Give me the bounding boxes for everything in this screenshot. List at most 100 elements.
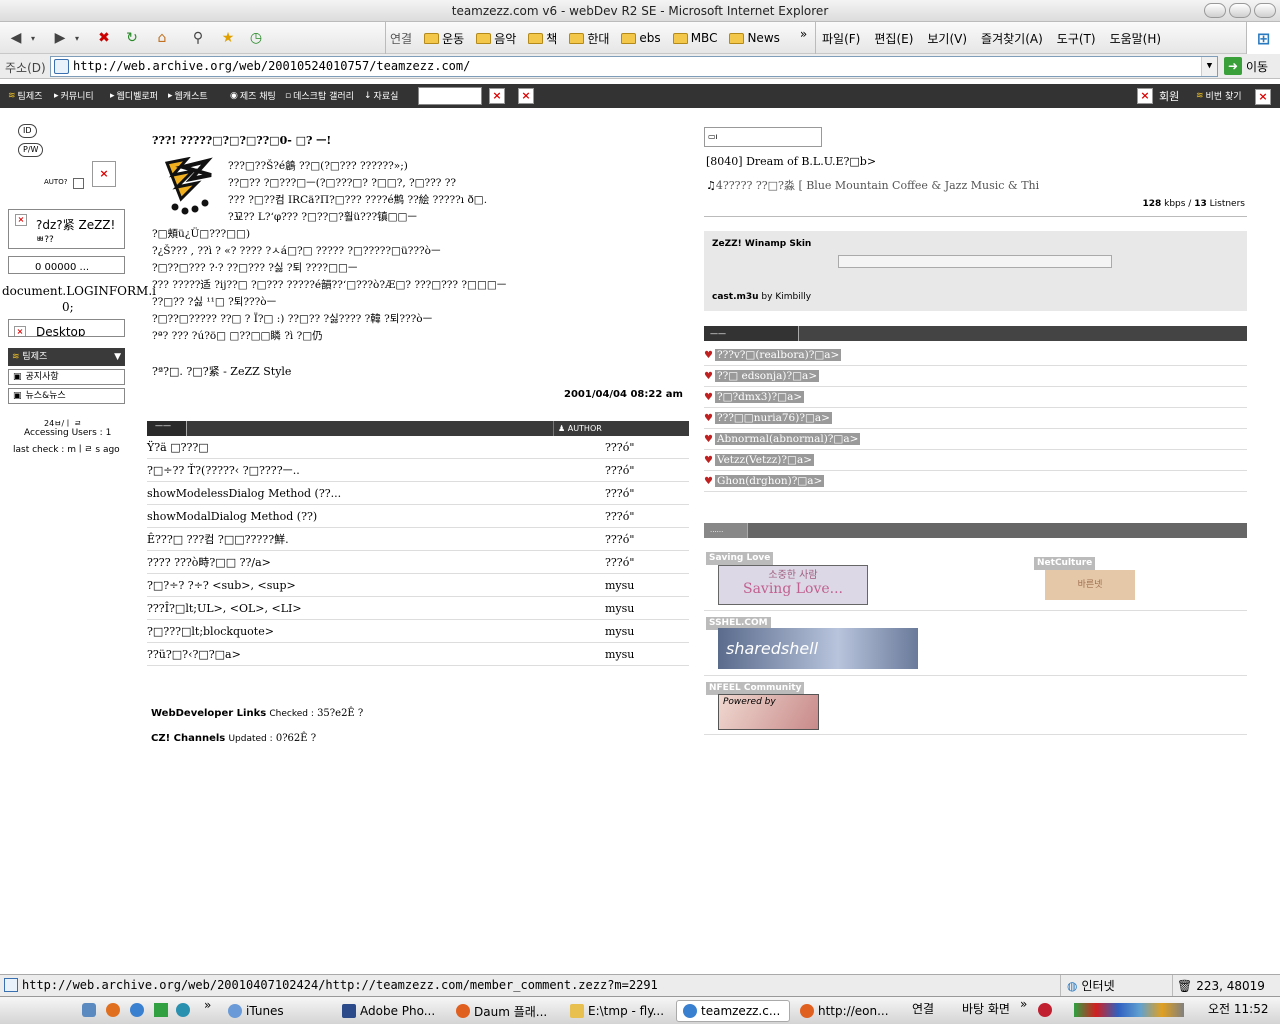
comment-title[interactable]: ???Î?□lt;UL>, <OL>, <LI> bbox=[147, 602, 302, 615]
nav-desktop-gallery[interactable]: ▫ 데스크탑 갤러리 bbox=[285, 89, 354, 103]
link-workout[interactable]: 운동 bbox=[424, 30, 464, 47]
nav-webdeveloper[interactable]: ▸ 웹디벨로퍼 bbox=[110, 89, 158, 103]
link-ebs[interactable]: ebs bbox=[621, 31, 661, 45]
system-tray-icons[interactable] bbox=[1074, 1003, 1184, 1017]
menu-file[interactable]: 파일(F) bbox=[822, 30, 860, 47]
zezz-box[interactable]: × ?dz?紧 ZeZZ! ㅃ?? bbox=[8, 209, 125, 249]
desktop-box[interactable]: × Desktop bbox=[8, 319, 125, 337]
task-daum[interactable]: Daum 플래... bbox=[450, 1000, 562, 1022]
link-books[interactable]: 책 bbox=[528, 30, 557, 47]
forward-icon[interactable]: ▶ bbox=[50, 28, 70, 48]
menu-view[interactable]: 보기(V) bbox=[927, 30, 967, 47]
search-icon[interactable]: ⚲ bbox=[188, 28, 208, 48]
nav-member[interactable]: × 회원 bbox=[1137, 88, 1179, 104]
home-icon[interactable]: ⌂ bbox=[152, 28, 172, 48]
people-row[interactable]: ♥ Ghon(drghon)?□a> bbox=[704, 471, 1247, 492]
task-itunes[interactable]: iTunes bbox=[222, 1000, 334, 1022]
firefox-icon[interactable] bbox=[106, 1003, 120, 1017]
comment-title[interactable]: ???? ???ò畤?□□ ??/a> bbox=[147, 556, 271, 569]
link-news[interactable]: News bbox=[729, 31, 780, 45]
links-more-button[interactable]: » bbox=[800, 27, 807, 41]
people-row[interactable]: ♥ ?□?dmx3)?□a> bbox=[704, 387, 1247, 408]
people-row[interactable]: ♥ ??□ edsonja)?□a> bbox=[704, 366, 1247, 387]
people-link[interactable]: ?□?dmx3)?□a> bbox=[714, 391, 805, 403]
taskbar-desktop[interactable]: 바탕 화면 bbox=[962, 1000, 1010, 1017]
address-input[interactable]: http://web.archive.org/web/2001052401075… bbox=[50, 56, 1218, 77]
menu-help[interactable]: 도움말(H) bbox=[1110, 30, 1162, 47]
people-row[interactable]: ♥ ???v?□(realbora)?□a> bbox=[704, 345, 1247, 366]
cz-channels-label[interactable]: CZ! Channels bbox=[151, 733, 225, 744]
auto-login-checkbox[interactable] bbox=[73, 178, 84, 189]
taskbar-more-button[interactable]: » bbox=[1020, 997, 1027, 1011]
link-handae[interactable]: 한대 bbox=[569, 30, 609, 47]
comment-row[interactable]: ?□???□lt;blockquote> mysu bbox=[147, 620, 689, 643]
people-link[interactable]: Ghon(drghon)?□a> bbox=[714, 475, 825, 487]
favorites-icon[interactable]: ★ bbox=[218, 28, 238, 48]
history-icon[interactable]: ◷ bbox=[246, 28, 266, 48]
task-teamzezz-active[interactable]: teamzezz.c... bbox=[676, 1000, 790, 1022]
menu-edit[interactable]: 편집(E) bbox=[874, 30, 913, 47]
people-row[interactable]: ♥ Vetzz(Vetzz)?□a> bbox=[704, 450, 1247, 471]
left-menu-header[interactable]: ≋ 팀제즈 ▼ bbox=[8, 348, 125, 366]
nav-password[interactable]: ≋ 비번 찾기 bbox=[1196, 89, 1242, 103]
ie-icon[interactable] bbox=[130, 1003, 144, 1017]
people-row[interactable]: ♥ Abnormal(abnormal)?□a> bbox=[704, 429, 1247, 450]
left-menu-news[interactable]: ▣ 뉴스&뉴스 bbox=[8, 388, 125, 404]
comment-title[interactable]: showModelessDialog Method (??... bbox=[147, 487, 341, 500]
comment-title[interactable]: ?□???□lt;blockquote> bbox=[147, 625, 274, 638]
site-search-input[interactable] bbox=[418, 87, 482, 105]
people-link[interactable]: ???□□nuria76)?□a> bbox=[714, 412, 832, 424]
comment-title[interactable]: ?□?÷? ?÷? <sub>, <sup> bbox=[147, 579, 296, 592]
comment-title[interactable]: showModalDialog Method (??) bbox=[147, 510, 317, 523]
app-icon[interactable] bbox=[176, 1003, 190, 1017]
quicklaunch-icon[interactable] bbox=[82, 1003, 96, 1017]
nav-community[interactable]: ▸ 커뮤니티 bbox=[54, 89, 94, 103]
comment-row[interactable]: showModelessDialog Method (??... ???ó" bbox=[147, 482, 689, 505]
people-row[interactable]: ♥ ???□□nuria76)?□a> bbox=[704, 408, 1247, 429]
people-link[interactable]: ???v?□(realbora)?□a> bbox=[714, 349, 842, 361]
comment-title[interactable]: ??ü?□?‹?□?□a> bbox=[147, 648, 241, 661]
forward-dropdown-icon[interactable]: ▾ bbox=[72, 28, 82, 48]
login-button[interactable]: × bbox=[92, 161, 116, 187]
task-explorer[interactable]: E:\tmp - fly... bbox=[564, 1000, 672, 1022]
comment-row[interactable]: ??ü?□?‹?□?□a> mysu bbox=[147, 643, 689, 666]
task-eon[interactable]: http://eon... bbox=[794, 1000, 898, 1022]
refresh-icon[interactable]: ↻ bbox=[122, 28, 142, 48]
webdev-links-label[interactable]: WebDeveloper Links bbox=[151, 708, 266, 719]
tray-icon[interactable] bbox=[1038, 1003, 1052, 1017]
close-button[interactable] bbox=[1254, 3, 1276, 18]
comment-row[interactable]: ???Î?□lt;UL>, <OL>, <LI> mysu bbox=[147, 597, 689, 620]
comment-row[interactable]: ???? ???ò畤?□□ ??/a> ???ó" bbox=[147, 551, 689, 574]
nav-chat[interactable]: ◉ 제즈 채팅 bbox=[230, 89, 276, 103]
back-icon[interactable]: ◀ bbox=[6, 28, 26, 48]
saving-love-banner[interactable]: 소중한 사람 Saving Love... bbox=[718, 565, 868, 605]
cut-off-box[interactable]: 0 00000 ... bbox=[8, 256, 125, 274]
winamp-file-link[interactable]: cast.m3u bbox=[712, 292, 759, 302]
task-photoshop[interactable]: Adobe Pho... bbox=[336, 1000, 448, 1022]
back-dropdown-icon[interactable]: ▾ bbox=[28, 28, 38, 48]
maximize-button[interactable] bbox=[1229, 3, 1251, 18]
comment-title[interactable]: Ê???□ ???컴 ?□□?????鮮. bbox=[147, 533, 289, 546]
left-menu-notice[interactable]: ▣ 공지사항 bbox=[8, 369, 125, 385]
comment-row[interactable]: ?□?÷? ?÷? <sub>, <sup> mysu bbox=[147, 574, 689, 597]
nav-webcast[interactable]: ▸ 웹캐스트 bbox=[168, 89, 208, 103]
link-music[interactable]: 음악 bbox=[476, 30, 516, 47]
comment-title[interactable]: ?□÷?? Ť?(?????‹ ?□????ㅡ.. bbox=[147, 464, 300, 477]
go-button[interactable]: ➜ 이동 bbox=[1224, 57, 1268, 75]
nav-archive[interactable]: ↓ 자료실 bbox=[364, 89, 398, 103]
address-dropdown-icon[interactable]: ▼ bbox=[1201, 57, 1217, 76]
stop-icon[interactable]: ✖ bbox=[94, 28, 114, 48]
comment-row[interactable]: ?□÷?? Ť?(?????‹ ?□????ㅡ.. ???ó" bbox=[147, 459, 689, 482]
people-link[interactable]: Vetzz(Vetzz)?□a> bbox=[714, 454, 815, 466]
taskbar-links[interactable]: 연결 bbox=[912, 1000, 934, 1017]
minimize-button[interactable] bbox=[1204, 3, 1226, 18]
nav-teamzezz[interactable]: ≋ 팀제즈 bbox=[8, 89, 42, 103]
comment-row[interactable]: showModalDialog Method (??) ???ó" bbox=[147, 505, 689, 528]
people-link[interactable]: Abnormal(abnormal)?□a> bbox=[714, 433, 861, 445]
comment-row[interactable]: Ÿ?ä □???□ ???ó" bbox=[147, 436, 689, 459]
taskbar-more-button[interactable]: » bbox=[204, 998, 211, 1012]
comment-title[interactable]: Ÿ?ä □???□ bbox=[147, 441, 209, 454]
app-icon[interactable] bbox=[154, 1003, 168, 1017]
menu-favorites[interactable]: 즐겨찾기(A) bbox=[981, 30, 1043, 47]
music-select[interactable]: ▭ı bbox=[704, 127, 822, 147]
